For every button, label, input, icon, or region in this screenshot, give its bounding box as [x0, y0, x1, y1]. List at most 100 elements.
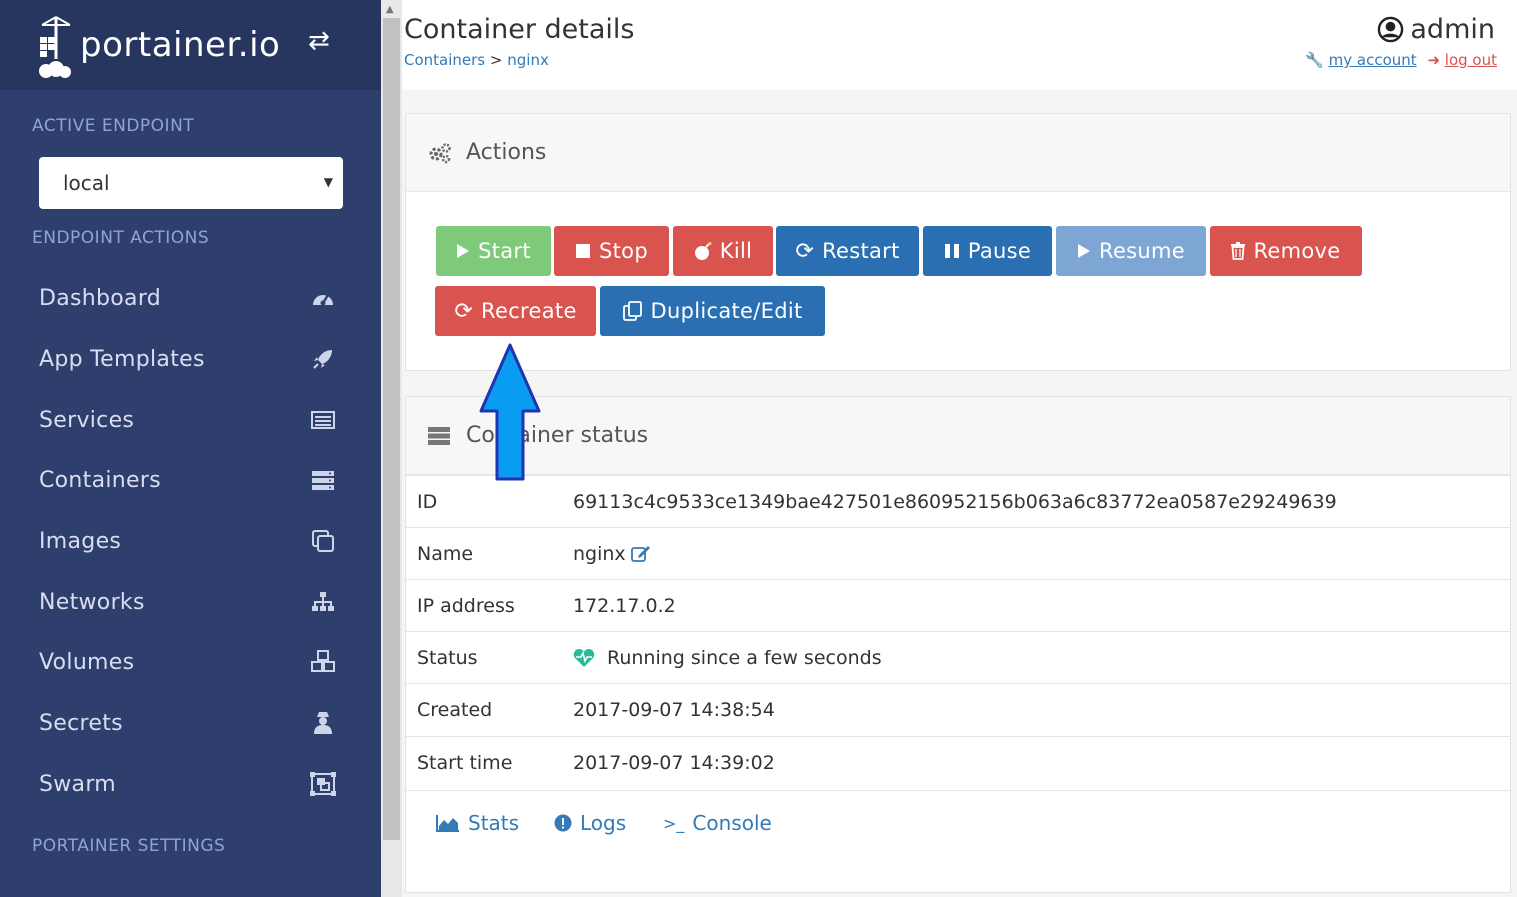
sidebar-item-label: Dashboard: [39, 285, 162, 311]
pause-button[interactable]: Pause: [923, 226, 1052, 276]
table-row: Status Running since a few seconds: [406, 631, 1510, 683]
row-value: nginx: [573, 543, 651, 565]
active-endpoint-label: ACTIVE ENDPOINT: [32, 116, 195, 136]
container-id: 69113c4c9533ce1349bae427501e860952156b06…: [573, 490, 1337, 513]
remove-label: Remove: [1253, 239, 1341, 263]
console-link[interactable]: >_ Console: [663, 811, 772, 835]
sidebar: portainer.io ⇄ ACTIVE ENDPOINT local ▼ E…: [0, 0, 381, 897]
breadcrumb-containers-link[interactable]: Containers: [404, 51, 485, 69]
table-row: IP address 172.17.0.2: [406, 579, 1510, 631]
endpoint-actions-label: ENDPOINT ACTIONS: [32, 228, 210, 248]
container-status: Running since a few seconds: [607, 646, 882, 669]
endpoint-select-value: local: [63, 171, 110, 195]
play-icon: [1077, 243, 1091, 259]
row-value: 2017-09-07 14:39:02: [573, 752, 775, 774]
restart-button[interactable]: ⟳ Restart: [776, 226, 919, 276]
actions-title: Actions: [466, 140, 547, 165]
stop-button[interactable]: Stop: [554, 226, 669, 276]
start-time: 2017-09-07 14:39:02: [573, 751, 775, 774]
sidebar-item-dashboard[interactable]: Dashboard: [0, 268, 381, 328]
sidebar-item-networks[interactable]: Networks: [0, 572, 381, 632]
start-button[interactable]: Start: [436, 226, 551, 276]
terminal-icon: >_: [663, 813, 685, 833]
row-value: Running since a few seconds: [573, 647, 882, 669]
sidebar-item-label: Images: [39, 528, 122, 554]
cogs-icon: [428, 142, 454, 164]
console-label: Console: [692, 811, 772, 835]
bomb-icon: [694, 242, 712, 260]
sidebar-item-swarm[interactable]: Swarm: [0, 754, 381, 814]
ip-address: 172.17.0.2: [573, 594, 676, 617]
row-key: Start time: [417, 751, 513, 774]
vertical-scrollbar[interactable]: ▲: [381, 0, 402, 897]
edit-icon[interactable]: [630, 545, 651, 563]
portainer-logo-icon[interactable]: [36, 15, 74, 78]
server-icon: [308, 465, 338, 495]
actions-panel: Actions Start Stop Kill ⟳ Restart Pause …: [405, 113, 1511, 371]
remove-button[interactable]: Remove: [1210, 226, 1362, 276]
endpoint-select[interactable]: local ▼: [39, 157, 343, 209]
scroll-up-icon[interactable]: ▲: [386, 4, 394, 15]
table-row: Start time 2017-09-07 14:39:02: [406, 736, 1510, 788]
switch-endpoint-icon[interactable]: ⇄: [308, 26, 330, 56]
row-value: 2017-09-07 14:38:54: [573, 699, 775, 721]
logs-link[interactable]: Logs: [554, 811, 626, 835]
annotation-arrow-icon: [479, 343, 541, 481]
log-out-link[interactable]: log out: [1445, 51, 1497, 69]
table-row: ID 69113c4c9533ce1349bae427501e860952156…: [406, 475, 1510, 527]
sign-out-icon: ➜: [1427, 51, 1441, 69]
start-label: Start: [478, 239, 531, 263]
portainer-settings-label: PORTAINER SETTINGS: [32, 836, 226, 856]
restart-label: Restart: [822, 239, 900, 263]
row-key: Status: [417, 646, 478, 669]
page-title: Container details: [404, 14, 635, 45]
created-time: 2017-09-07 14:38:54: [573, 698, 775, 721]
row-key: Created: [417, 698, 493, 721]
sidebar-item-label: Secrets: [39, 710, 123, 736]
breadcrumb: Containers > nginx: [404, 51, 549, 69]
container-status-header: Container status: [406, 397, 1510, 475]
row-key: ID: [417, 490, 438, 513]
recreate-label: Recreate: [481, 299, 577, 323]
sidebar-item-app-templates[interactable]: App Templates: [0, 329, 381, 389]
container-status-panel: Container status ID 69113c4c9533ce1349ba…: [405, 396, 1511, 893]
breadcrumb-separator: >: [489, 51, 503, 69]
clone-icon: [308, 526, 338, 556]
wrench-icon: 🔧: [1305, 51, 1324, 69]
table-row: Name nginx: [406, 527, 1510, 579]
stats-label: Stats: [468, 811, 520, 835]
sidebar-item-volumes[interactable]: Volumes: [0, 632, 381, 692]
brand-header: portainer.io ⇄: [0, 0, 381, 90]
trash-icon: [1231, 242, 1246, 260]
logs-label: Logs: [580, 811, 627, 835]
sidebar-item-containers[interactable]: Containers: [0, 450, 381, 510]
resume-label: Resume: [1099, 239, 1185, 263]
user-display: admin: [1377, 14, 1495, 45]
server-icon: [428, 426, 454, 445]
kill-button[interactable]: Kill: [673, 226, 773, 276]
heartbeat-icon: [573, 648, 595, 668]
kill-label: Kill: [719, 239, 753, 263]
row-key: Name: [417, 542, 474, 565]
area-chart-icon: [436, 814, 460, 832]
recreate-button[interactable]: ⟳ Recreate: [435, 286, 596, 336]
pause-icon: [944, 243, 960, 259]
my-account-link[interactable]: my account: [1329, 51, 1417, 69]
breadcrumb-current[interactable]: nginx: [507, 51, 549, 69]
page-header: Container details Containers > nginx adm…: [402, 0, 1517, 90]
brand-name[interactable]: portainer.io: [80, 25, 280, 65]
sidebar-item-images[interactable]: Images: [0, 511, 381, 571]
sidebar-item-label: Volumes: [39, 649, 135, 675]
duplicate-edit-button[interactable]: Duplicate/Edit: [600, 286, 825, 336]
table-row: Created 2017-09-07 14:38:54: [406, 683, 1510, 735]
sidebar-item-secrets[interactable]: Secrets: [0, 693, 381, 753]
sidebar-item-services[interactable]: Services: [0, 390, 381, 450]
scrollbar-thumb[interactable]: [383, 18, 400, 840]
resume-button[interactable]: Resume: [1056, 226, 1206, 276]
stats-link[interactable]: Stats: [436, 811, 519, 835]
refresh-icon: ⟳: [795, 238, 815, 264]
stop-label: Stop: [599, 239, 648, 263]
username: admin: [1410, 14, 1495, 45]
tachometer-icon: [308, 283, 338, 313]
sidebar-item-label: App Templates: [39, 346, 205, 372]
